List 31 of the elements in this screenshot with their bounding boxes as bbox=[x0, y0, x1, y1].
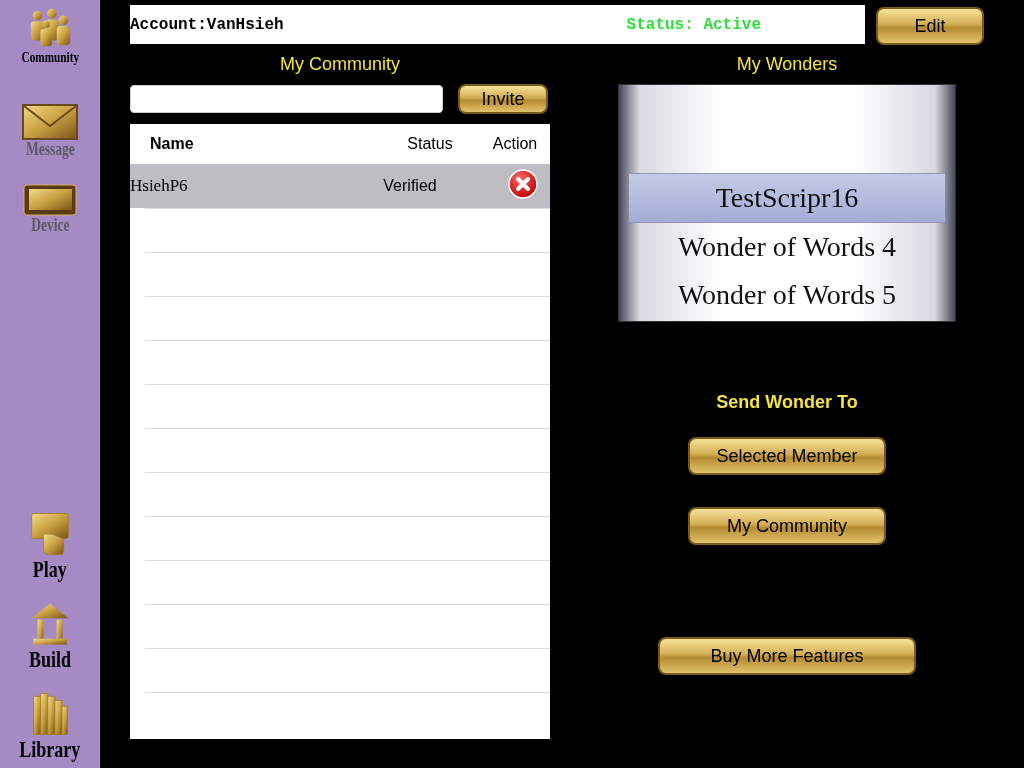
picker-item[interactable]: Wonder of Words 4 bbox=[629, 223, 945, 271]
nav-label[interactable]: Community bbox=[21, 48, 79, 66]
section-title: My Community bbox=[279, 54, 401, 76]
column-header: Status bbox=[406, 135, 454, 153]
invite-field[interactable] bbox=[130, 85, 443, 113]
edit-button[interactable]: Edit bbox=[876, 7, 984, 45]
invite-button[interactable]: Invite bbox=[458, 84, 548, 114]
wonder-picker[interactable]: TestScripr16 Wonder of Words 4 Wonder of Words 5 bbox=[618, 84, 956, 322]
send-button[interactable]: My Community bbox=[688, 507, 886, 545]
nav-label[interactable]: Library bbox=[19, 736, 81, 762]
column-header: Action bbox=[491, 135, 539, 153]
books-icon[interactable] bbox=[30, 692, 70, 736]
section-title: My Wonders bbox=[735, 54, 839, 76]
temple-icon[interactable] bbox=[30, 602, 70, 646]
send-title: Send Wonder To bbox=[716, 392, 858, 413]
member-name: HsiehP6 bbox=[130, 176, 189, 196]
envelope-icon[interactable] bbox=[22, 104, 78, 140]
nav-label[interactable]: Play bbox=[33, 556, 67, 582]
buy-features-button[interactable]: Buy More Features bbox=[658, 637, 916, 675]
send-button[interactable]: Selected Member bbox=[688, 437, 886, 475]
member-status: Verified bbox=[382, 177, 438, 195]
picker-item[interactable]: TestScripr16 bbox=[629, 173, 945, 223]
table-row[interactable]: HsiehP6 Verified bbox=[130, 164, 550, 208]
column-header: Name bbox=[149, 135, 195, 153]
delete-icon[interactable] bbox=[508, 169, 538, 199]
account-status: Status: Active bbox=[626, 15, 761, 34]
account-name: Account:VanHsieh bbox=[130, 15, 284, 34]
tablet-icon[interactable] bbox=[23, 184, 77, 216]
hand-screen-icon[interactable] bbox=[30, 512, 70, 556]
picker-item[interactable]: Wonder of Words 5 bbox=[629, 271, 945, 319]
nav-label[interactable]: Build bbox=[28, 646, 71, 672]
